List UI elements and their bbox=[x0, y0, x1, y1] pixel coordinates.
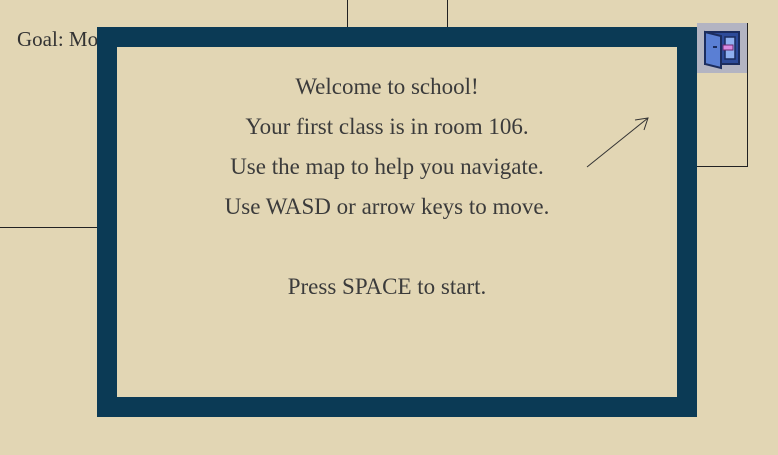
wall-line bbox=[347, 0, 348, 27]
wall-line bbox=[697, 166, 748, 167]
wall-line bbox=[0, 227, 97, 228]
map-door-icon bbox=[704, 30, 740, 70]
welcome-dialog: Welcome to school! Your first class is i… bbox=[97, 27, 697, 417]
map-button[interactable] bbox=[697, 23, 747, 73]
wall-line bbox=[747, 23, 748, 167]
wall-line bbox=[447, 0, 448, 27]
arrow-pointer-icon bbox=[586, 117, 649, 168]
